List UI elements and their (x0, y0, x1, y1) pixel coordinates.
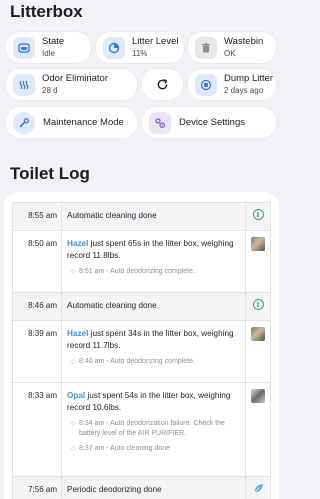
wastebin-card[interactable]: Wastebin OK (188, 32, 276, 63)
cat-photo[interactable] (251, 237, 265, 251)
maintenance-mode-label: Maintenance Mode (43, 117, 124, 128)
log-text: Automatic cleaning done (62, 203, 246, 230)
litter-level-card[interactable]: Litter Level 11% (96, 32, 184, 63)
leaf-icon[interactable] (253, 483, 264, 494)
log-sub-item: ◇ 8:34 am - Auto deodorization failure. C… (71, 419, 240, 439)
info-icon[interactable]: i (252, 209, 264, 220)
section-title-toilet-log: Toilet Log (10, 164, 90, 183)
toilet-log-table: 8:55 am Automatic cleaning done i 8:50 a… (12, 202, 271, 499)
log-text: Hazel just spent 34s in the litter box, … (62, 321, 246, 382)
odor-eliminator-card[interactable]: Odor Eliminator 28 d (6, 69, 137, 100)
log-sub-text: 8:37 am - Auto cleaning done (79, 445, 171, 453)
log-row: 8:33 am Opal just spent 54s in the litte… (13, 383, 270, 477)
log-row: 8:39 am Hazel just spent 34s in the litt… (13, 321, 270, 383)
log-time: 7:56 am (13, 477, 62, 499)
log-message: Automatic cleaning done (67, 301, 157, 310)
odor-waves-icon (13, 73, 35, 96)
dump-litter-value: 2 days ago (224, 85, 264, 95)
log-time: 8:33 am (13, 383, 62, 476)
cat-name[interactable]: Hazel (67, 239, 88, 248)
litter-level-label: Litter Level (132, 35, 179, 47)
wastebin-label: Wastebin (224, 35, 264, 47)
cat-photo[interactable] (251, 389, 265, 403)
section-title-litterbox: Litterbox (10, 2, 83, 21)
log-text: Opal just spent 54s in the litter box, w… (62, 383, 246, 476)
gear-icon (149, 111, 171, 134)
log-row: 8:55 am Automatic cleaning done i (13, 203, 270, 231)
toilet-log-card: 8:55 am Automatic cleaning done i 8:50 a… (4, 192, 279, 499)
log-message: Periodic deodorizing done (67, 485, 162, 494)
log-row: 8:46 am Automatic cleaning done i (13, 293, 270, 321)
log-time: 8:39 am (13, 321, 62, 382)
log-time: 8:46 am (13, 293, 62, 320)
log-message: just spent 54s in the litter box, weighi… (67, 391, 231, 412)
dump-litter-card[interactable]: Dump Litter 2 days ago (188, 69, 276, 100)
log-text: Hazel just spent 65s in the litter box, … (62, 231, 246, 292)
maintenance-mode-button[interactable]: Maintenance Mode (6, 107, 137, 138)
state-value: Idle (42, 48, 55, 58)
log-sub-item: ◇ 8:37 am - Auto cleaning done (71, 445, 171, 453)
state-label: State (42, 35, 65, 47)
log-message: just spent 34s in the litter box, weighi… (67, 329, 234, 350)
circle-gauge-icon (103, 36, 125, 59)
log-sub-item: ◇ 8:51 am - Auto deodorizing complete. (71, 267, 195, 275)
refresh-icon (157, 79, 168, 90)
device-settings-label: Device Settings (179, 117, 246, 128)
log-sub-text: 8:40 am - Auto deodorizing complete. (79, 357, 195, 365)
cat-name[interactable]: Hazel (67, 329, 88, 338)
log-sub-text: 8:34 am - Auto deodorization failure. Ch… (79, 419, 225, 437)
device-settings-button[interactable]: Device Settings (142, 107, 276, 138)
log-time: 8:55 am (13, 203, 62, 230)
log-row: 7:56 am Periodic deodorizing done (13, 477, 270, 499)
trash-icon (195, 36, 217, 59)
cat-photo[interactable] (251, 327, 265, 341)
litter-level-value: 11% (132, 48, 148, 58)
wastebin-value: OK (224, 48, 236, 58)
log-text: Automatic cleaning done (62, 293, 246, 320)
dump-icon (195, 73, 217, 96)
odor-eliminator-value: 28 d (42, 85, 58, 95)
refresh-button[interactable] (142, 69, 183, 100)
log-row: 8:50 am Hazel just spent 65s in the litt… (13, 231, 270, 293)
info-icon[interactable]: i (252, 299, 264, 310)
log-message: Automatic cleaning done (67, 211, 157, 220)
wrench-icon (13, 111, 35, 134)
odor-eliminator-label: Odor Eliminator (42, 72, 108, 84)
log-sub-item: ◇ 8:40 am - Auto deodorizing complete. (71, 357, 195, 365)
litterbox-icon (13, 36, 35, 59)
cat-name[interactable]: Opal (67, 391, 85, 400)
dump-litter-label: Dump Litter (224, 72, 274, 84)
log-text: Periodic deodorizing done (62, 477, 246, 499)
state-card[interactable]: State Idle (6, 32, 91, 63)
log-sub-text: 8:51 am - Auto deodorizing complete. (79, 267, 195, 275)
log-time: 8:50 am (13, 231, 62, 292)
log-message: just spent 65s in the litter box, weighi… (67, 239, 234, 260)
